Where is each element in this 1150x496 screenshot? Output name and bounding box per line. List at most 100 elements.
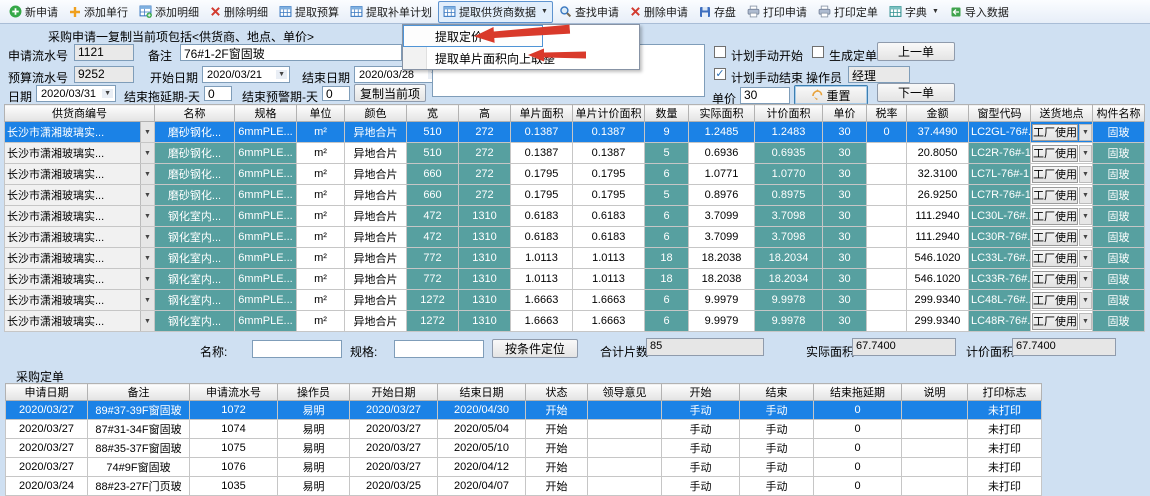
table-cell[interactable]: 6 <box>645 311 689 332</box>
save-button[interactable]: 存盘 <box>694 1 741 23</box>
chevron-down-icon[interactable]: ▼ <box>1079 313 1092 330</box>
column-header[interactable]: 说明 <box>902 384 968 401</box>
table-cell[interactable] <box>867 227 907 248</box>
column-header[interactable]: 名称 <box>155 105 235 122</box>
chevron-down-icon[interactable]: ▼ <box>140 122 154 142</box>
chevron-down-icon[interactable]: ▼ <box>1079 292 1092 309</box>
table-cell[interactable]: 472 <box>407 227 459 248</box>
table-cell[interactable]: 30 <box>823 143 867 164</box>
table-cell[interactable]: 772 <box>407 269 459 290</box>
column-header[interactable]: 构件名称 <box>1093 105 1145 122</box>
table-cell[interactable]: 1.0113 <box>511 269 573 290</box>
table-cell[interactable]: 1.0113 <box>573 269 645 290</box>
table-cell[interactable]: 6 <box>645 206 689 227</box>
table-cell[interactable]: 26.9250 <box>907 185 969 206</box>
table-cell[interactable]: 660 <box>407 164 459 185</box>
table-cell[interactable]: 2020/03/24 <box>6 477 88 496</box>
column-header[interactable]: 结束日期 <box>438 384 526 401</box>
table-cell[interactable] <box>867 164 907 185</box>
table-cell[interactable]: m² <box>297 311 345 332</box>
table-cell[interactable]: 手动 <box>740 420 814 439</box>
table-row[interactable]: 2020/03/2488#23-27F门页玻1035易明2020/03/2520… <box>6 477 1042 496</box>
new-application-button[interactable]: 新申请 <box>4 1 63 23</box>
table-cell[interactable]: 9.9979 <box>689 311 755 332</box>
table-cell[interactable]: 异地合片 <box>345 290 407 311</box>
table-cell[interactable]: 30 <box>823 269 867 290</box>
table-cell[interactable] <box>588 420 662 439</box>
table-cell[interactable]: 1.0771 <box>689 164 755 185</box>
column-header[interactable]: 数量 <box>645 105 689 122</box>
table-cell[interactable]: 6 <box>645 227 689 248</box>
supplier-combo[interactable]: 长沙市潇湘玻璃实...▼ <box>5 269 155 290</box>
table-cell[interactable]: 6 <box>645 164 689 185</box>
delivery-location-combo[interactable]: 工厂使用▼ <box>1031 248 1093 269</box>
column-header[interactable]: 税率 <box>867 105 907 122</box>
table-cell[interactable]: 开始 <box>526 439 588 458</box>
table-cell[interactable]: 钢化室内... <box>155 248 235 269</box>
table-cell[interactable]: 异地合片 <box>345 143 407 164</box>
table-row[interactable]: 长沙市潇湘玻璃实...▼磨砂钢化...6mmPLE...m²异地合片660272… <box>5 164 1145 185</box>
table-cell[interactable]: 1074 <box>190 420 278 439</box>
table-cell[interactable]: 手动 <box>662 420 740 439</box>
table-cell[interactable]: 异地合片 <box>345 311 407 332</box>
column-header[interactable]: 宽 <box>407 105 459 122</box>
supplier-combo[interactable]: 长沙市潇湘玻璃实...▼ <box>5 290 155 311</box>
add-row-button[interactable]: 添加单行 <box>64 1 133 23</box>
table-cell[interactable]: 2020/04/30 <box>438 401 526 420</box>
table-cell[interactable]: 772 <box>407 248 459 269</box>
table-cell[interactable]: 0 <box>814 420 902 439</box>
table-cell[interactable]: 2020/03/27 <box>350 439 438 458</box>
table-cell[interactable]: 6mmPLE... <box>235 206 297 227</box>
table-cell[interactable] <box>867 290 907 311</box>
table-cell[interactable]: 手动 <box>740 477 814 496</box>
table-cell[interactable]: 9 <box>645 122 689 143</box>
table-cell[interactable]: 6mmPLE... <box>235 143 297 164</box>
table-cell[interactable]: LC33L-76#... <box>969 248 1031 269</box>
table-cell[interactable]: 0 <box>867 122 907 143</box>
table-cell[interactable]: LC2GL-76#... <box>969 122 1031 143</box>
column-header[interactable]: 操作员 <box>278 384 350 401</box>
table-cell[interactable]: 1.2485 <box>689 122 755 143</box>
table-cell[interactable]: 手动 <box>740 458 814 477</box>
table-cell[interactable]: LC30L-76#... <box>969 206 1031 227</box>
table-cell[interactable]: 1310 <box>459 269 511 290</box>
table-cell[interactable] <box>902 477 968 496</box>
column-header[interactable]: 状态 <box>526 384 588 401</box>
table-cell[interactable]: 18.2034 <box>755 248 823 269</box>
column-header[interactable]: 单位 <box>297 105 345 122</box>
table-cell[interactable]: 510 <box>407 122 459 143</box>
supplier-combo[interactable]: 长沙市潇湘玻璃实...▼ <box>5 311 155 332</box>
table-cell[interactable] <box>867 143 907 164</box>
column-header[interactable]: 开始日期 <box>350 384 438 401</box>
table-row[interactable]: 长沙市潇湘玻璃实...▼钢化室内...6mmPLE...m²异地合片472131… <box>5 227 1145 248</box>
column-header[interactable]: 颜色 <box>345 105 407 122</box>
operator-field[interactable]: 经理 <box>848 66 910 83</box>
table-cell[interactable] <box>867 269 907 290</box>
table-cell[interactable]: m² <box>297 206 345 227</box>
table-cell[interactable]: 3.7099 <box>689 206 755 227</box>
table-cell[interactable]: 1.0113 <box>573 248 645 269</box>
table-cell[interactable]: 0 <box>814 458 902 477</box>
table-cell[interactable]: 开始 <box>526 458 588 477</box>
reset-button[interactable]: 重置 <box>794 85 868 105</box>
table-row[interactable]: 长沙市潇湘玻璃实...▼磨砂钢化...6mmPLE...m²异地合片510272… <box>5 143 1145 164</box>
table-cell[interactable]: 37.4490 <box>907 122 969 143</box>
table-cell[interactable]: 0.6183 <box>573 227 645 248</box>
table-cell[interactable]: 2020/03/27 <box>350 420 438 439</box>
table-cell[interactable]: 20.8050 <box>907 143 969 164</box>
chevron-down-icon[interactable]: ▼ <box>1079 271 1092 288</box>
table-cell[interactable]: 磨砂钢化... <box>155 143 235 164</box>
table-cell[interactable]: 18.2038 <box>689 248 755 269</box>
table-cell[interactable]: 未打印 <box>968 477 1042 496</box>
supplier-combo[interactable]: 长沙市潇湘玻璃实...▼ <box>5 185 155 206</box>
column-header[interactable]: 结束拖延期 <box>814 384 902 401</box>
extract-budget-button[interactable]: 提取预算 <box>274 1 344 23</box>
table-cell[interactable]: 111.2940 <box>907 227 969 248</box>
table-cell[interactable]: 0.1795 <box>573 164 645 185</box>
table-cell[interactable]: 0.6935 <box>755 143 823 164</box>
column-header[interactable]: 申请流水号 <box>190 384 278 401</box>
table-cell[interactable]: 异地合片 <box>345 269 407 290</box>
filter-spec-input[interactable] <box>394 340 484 358</box>
column-header[interactable]: 申请日期 <box>6 384 88 401</box>
delivery-location-combo[interactable]: 工厂使用▼ <box>1031 269 1093 290</box>
